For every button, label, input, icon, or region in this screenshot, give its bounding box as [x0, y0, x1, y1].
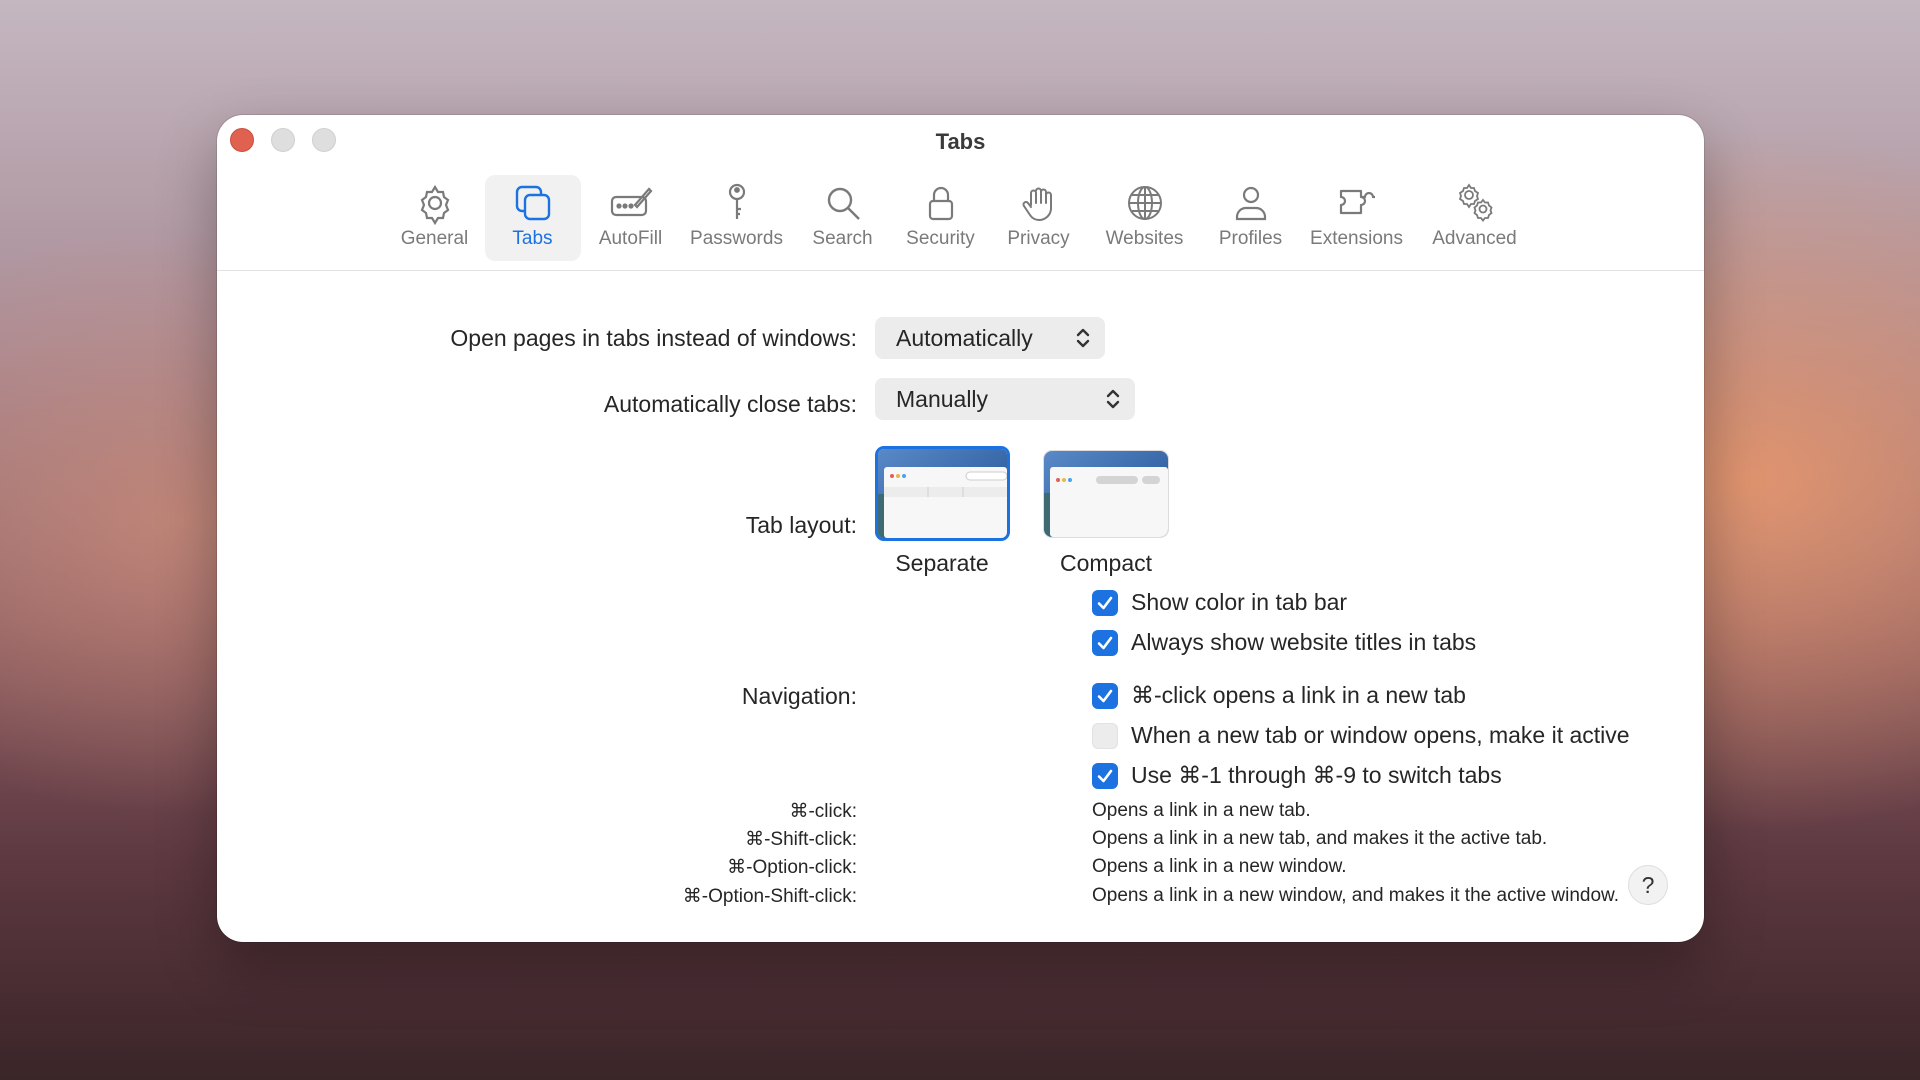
- separate-layout-preview: [878, 449, 1007, 538]
- checkmark-icon: [1097, 596, 1113, 609]
- shortcut-description: Opens a link in a new window, and makes …: [1092, 885, 1620, 906]
- shortcut-key: ⌘-Shift-click:: [745, 829, 857, 850]
- tab-general-label: General: [400, 228, 469, 249]
- window-title: Tabs: [935, 129, 986, 154]
- tab-tabs[interactable]: Tabs: [484, 175, 581, 261]
- tab-extensions-label: Extensions: [1310, 228, 1403, 249]
- shortcut-key: ⌘-Option-Shift-click:: [682, 886, 857, 907]
- shortcut-key: ⌘-click:: [789, 801, 857, 822]
- navigation-label: Navigation:: [741, 683, 857, 709]
- tab-general[interactable]: General: [387, 175, 483, 261]
- checkbox-checked[interactable]: [1092, 682, 1118, 709]
- key-icon: [715, 181, 759, 225]
- tab-privacy[interactable]: Privacy: [991, 175, 1087, 261]
- tab-autofill[interactable]: AutoFill: [583, 175, 679, 261]
- layout-separate-label: Separate: [895, 550, 989, 576]
- shortcut-description: Opens a link in a new window.: [1092, 856, 1347, 877]
- layout-compact-option[interactable]: [1043, 450, 1169, 538]
- make-active-label: When a new tab or window opens, make it …: [1131, 722, 1630, 748]
- checkmark-icon: [1097, 769, 1113, 782]
- tab-advanced[interactable]: Advanced: [1415, 175, 1535, 261]
- layout-separate-option[interactable]: [875, 446, 1010, 541]
- website-titles-checkbox-row[interactable]: Always show website titles in tabs: [1092, 629, 1476, 656]
- preferences-toolbar: General Tabs AutoFill Passwords Search S…: [217, 173, 1704, 263]
- preferences-window: Tabs General Tabs AutoFill Passwords Sea…: [217, 115, 1704, 942]
- chevron-updown-icon: [1106, 389, 1120, 409]
- lock-icon: [919, 181, 963, 225]
- close-tabs-label: Automatically close tabs:: [603, 391, 857, 417]
- open-pages-value: Automatically: [896, 324, 1033, 351]
- tab-search-label: Search: [812, 228, 873, 249]
- checkmark-icon: [1097, 689, 1113, 702]
- close-tabs-value: Manually: [896, 385, 989, 412]
- tab-profiles-label: Profiles: [1218, 228, 1283, 249]
- make-active-checkbox-row[interactable]: When a new tab or window opens, make it …: [1092, 722, 1630, 749]
- shortcut-key: ⌘-Option-click:: [727, 857, 857, 878]
- chevron-updown-icon: [1076, 328, 1090, 348]
- checkbox-unchecked[interactable]: [1092, 722, 1118, 749]
- puzzle-icon: [1335, 181, 1379, 225]
- gear-icon: [413, 181, 457, 225]
- person-icon: [1229, 181, 1273, 225]
- show-color-label: Show color in tab bar: [1131, 589, 1348, 615]
- cmd-click-label: ⌘-click opens a link in a new tab: [1131, 682, 1466, 708]
- shortcut-description: Opens a link in a new tab.: [1092, 800, 1311, 821]
- tab-layout-label: Tab layout:: [745, 512, 857, 538]
- gears-icon: [1453, 181, 1497, 225]
- help-button[interactable]: ?: [1628, 865, 1668, 905]
- globe-icon: [1123, 181, 1167, 225]
- tab-security[interactable]: Security: [893, 175, 989, 261]
- shortcut-description: Opens a link in a new tab, and makes it …: [1092, 828, 1548, 849]
- tab-extensions[interactable]: Extensions: [1301, 175, 1413, 261]
- tab-tabs-label: Tabs: [512, 228, 553, 249]
- tab-websites[interactable]: Websites: [1089, 175, 1201, 261]
- tab-search[interactable]: Search: [795, 175, 891, 261]
- tab-websites-label: Websites: [1105, 228, 1184, 249]
- tab-profiles[interactable]: Profiles: [1203, 175, 1299, 261]
- close-tabs-popup[interactable]: Manually: [875, 378, 1135, 420]
- layout-compact-label: Compact: [1059, 550, 1153, 576]
- tab-privacy-label: Privacy: [1007, 228, 1070, 249]
- tab-autofill-label: AutoFill: [598, 228, 663, 249]
- cmd-click-checkbox-row[interactable]: ⌘-click opens a link in a new tab: [1092, 682, 1466, 709]
- autofill-icon: [609, 181, 653, 225]
- switch-tabs-label: Use ⌘-1 through ⌘-9 to switch tabs: [1131, 762, 1502, 788]
- tabs-icon: [511, 181, 555, 225]
- tab-passwords[interactable]: Passwords: [681, 175, 793, 261]
- open-pages-label: Open pages in tabs instead of windows:: [450, 325, 857, 351]
- tab-advanced-label: Advanced: [1432, 228, 1517, 249]
- help-icon: ?: [1641, 871, 1655, 898]
- tab-security-label: Security: [906, 228, 975, 249]
- compact-layout-preview: [1044, 451, 1168, 537]
- checkbox-checked[interactable]: [1092, 762, 1118, 789]
- toolbar-divider: [217, 270, 1704, 271]
- hand-icon: [1017, 181, 1061, 225]
- open-pages-popup[interactable]: Automatically: [875, 317, 1105, 359]
- switch-tabs-checkbox-row[interactable]: Use ⌘-1 through ⌘-9 to switch tabs: [1092, 762, 1502, 789]
- checkmark-icon: [1097, 636, 1113, 649]
- website-titles-label: Always show website titles in tabs: [1131, 629, 1477, 655]
- checkbox-checked[interactable]: [1092, 629, 1118, 656]
- show-color-checkbox-row[interactable]: Show color in tab bar: [1092, 589, 1347, 616]
- tab-passwords-label: Passwords: [690, 228, 783, 249]
- search-icon: [821, 181, 865, 225]
- checkbox-checked[interactable]: [1092, 589, 1118, 616]
